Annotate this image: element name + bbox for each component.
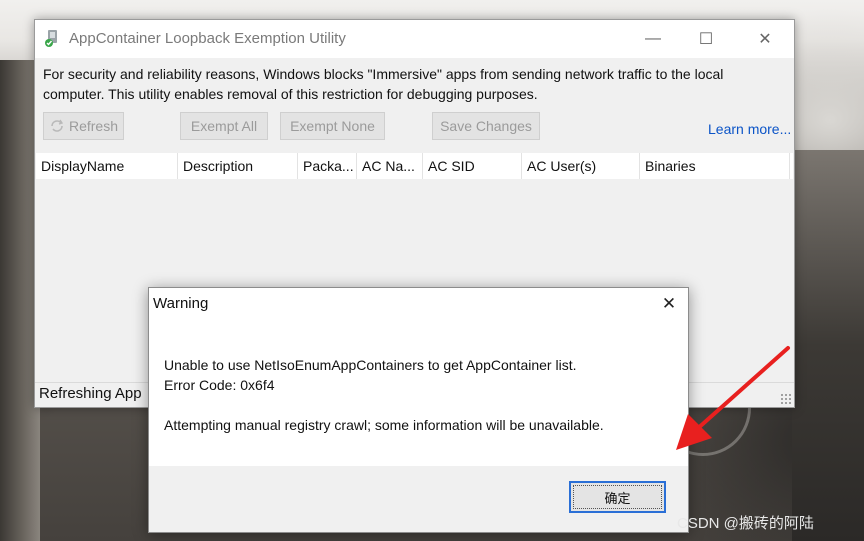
message-line-1: Unable to use NetIsoEnumAppContainers to… (164, 357, 577, 373)
dialog-title: Warning (153, 295, 209, 312)
status-text: Refreshing App (39, 385, 142, 402)
column-displayname[interactable]: DisplayName (36, 153, 178, 179)
ok-button[interactable]: 确定 (569, 481, 666, 513)
column-ac-sid[interactable]: AC SID (423, 153, 522, 179)
message-line-3: Attempting manual registry crawl; some i… (164, 417, 604, 433)
dialog-footer: 确定 (149, 466, 688, 532)
title-bar[interactable]: AppContainer Loopback Exemption Utility … (35, 20, 794, 58)
save-changes-button[interactable]: Save Changes (432, 112, 540, 140)
column-package[interactable]: Packa... (298, 153, 357, 179)
close-icon: ✕ (661, 294, 677, 313)
description-text: For security and reliability reasons, Wi… (43, 66, 724, 102)
message-line-2: Error Code: 0x6f4 (164, 377, 275, 393)
column-ac-name[interactable]: AC Na... (357, 153, 423, 179)
list-header: DisplayName Description Packa... AC Na..… (36, 153, 793, 179)
warning-dialog: Warning ✕ Unable to use NetIsoEnumAppCon… (148, 287, 689, 533)
minimize-icon: — (645, 30, 661, 47)
column-ac-users[interactable]: AC User(s) (522, 153, 640, 179)
dialog-message: Unable to use NetIsoEnumAppContainers to… (164, 355, 604, 435)
column-binaries[interactable]: Binaries (640, 153, 790, 179)
minimize-button[interactable]: — (630, 20, 676, 58)
exempt-none-button[interactable]: Exempt None (280, 112, 385, 140)
column-description[interactable]: Description (178, 153, 298, 179)
dialog-close-button[interactable]: ✕ (655, 292, 683, 316)
close-button[interactable]: ✕ (742, 20, 788, 58)
watermark: CSDN @搬砖的阿陆 (677, 515, 814, 532)
close-icon: ✕ (758, 31, 772, 48)
refresh-label: Refresh (68, 118, 119, 134)
desktop-background-right (792, 150, 864, 541)
app-icon (45, 30, 57, 47)
refresh-icon (51, 119, 64, 132)
maximize-button[interactable]: ☐ (683, 20, 729, 58)
exempt-all-button[interactable]: Exempt All (180, 112, 268, 140)
window-title: AppContainer Loopback Exemption Utility (69, 30, 346, 47)
red-arrow (676, 346, 790, 450)
refresh-button[interactable]: Refresh (43, 112, 124, 140)
learn-more-link[interactable]: Learn more... (708, 121, 791, 137)
maximize-icon: ☐ (698, 31, 714, 48)
